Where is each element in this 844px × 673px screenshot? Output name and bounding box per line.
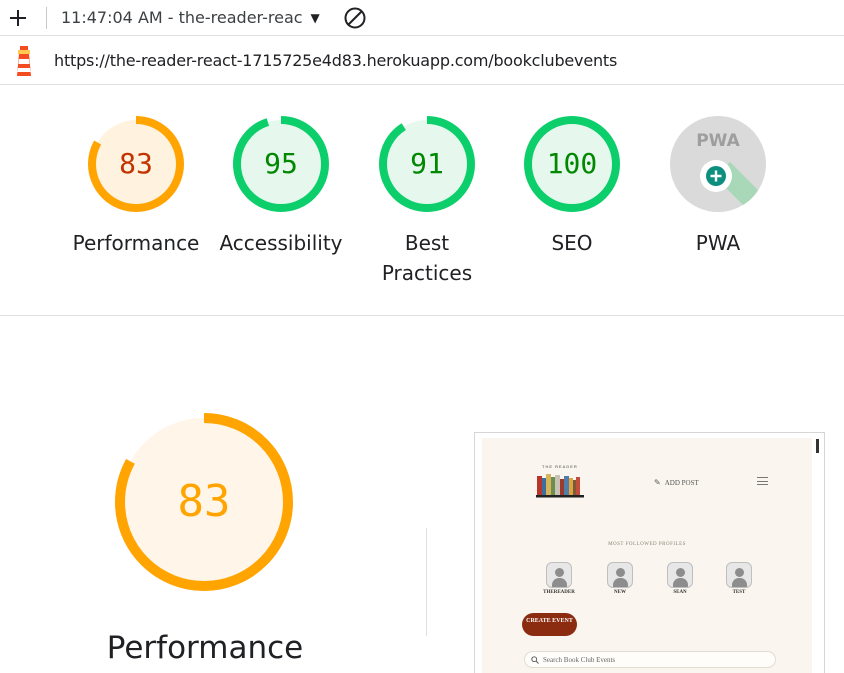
gauge-ring: 83 [88,116,184,212]
feather-icon: ✎ [654,478,661,487]
block-icon [344,7,366,28]
plus-icon [10,9,26,26]
gauge-label: Performance [72,231,200,255]
gauge-score: 91 [410,147,444,180]
url-bar: https://the-reader-react-1715725e4d83.he… [0,37,844,85]
caret-down-icon: ▼ [310,10,320,25]
avatar [607,562,633,588]
gauge-label-line2: Practices [381,261,473,285]
gauge-score: 83 [119,147,153,180]
screenshot-search-bar: Search Book Club Events [524,651,776,668]
score-gauges: 83 Performance 95 Accessibility 91 Best … [0,86,844,316]
avatar [726,562,752,588]
screenshot-followed-title: MOST FOLLOWED PROFILES [608,542,686,547]
profile-name: THEREADER [543,590,575,595]
gauge-pwa[interactable]: PWA PWA [648,114,788,258]
screenshot-profile: THEREADER [539,562,579,595]
gauge-accessibility[interactable]: 95 Accessibility [211,114,351,258]
clear-reports-button[interactable] [342,5,368,31]
gauge-label: Accessibility [219,231,343,255]
gauge-label-line1: Best [404,231,450,255]
gauge-score: 95 [264,147,298,180]
gauge-label: PWA [695,231,741,255]
gauge-ring: 95 [233,116,329,212]
screenshot-page: THE READER ✎ ADD POST MOST FOLLOWED PROF… [482,438,812,673]
section-divider [426,528,427,636]
report-toolbar: 11:47:04 AM - the-reader-reac ▼ [0,0,844,36]
bookshelf-logo-icon [536,474,584,498]
screenshot-profile: TEST [719,562,759,595]
report-selector[interactable]: 11:47:04 AM - the-reader-reac ▼ [61,8,320,27]
pwa-badge-icon: PWA [670,116,766,212]
gauge-performance[interactable]: 83 Performance [66,114,206,258]
search-icon [531,655,539,664]
performance-gauge-large: 83 [112,410,296,599]
gauge-label: SEO [551,231,593,255]
lighthouse-icon [10,43,38,79]
screenshot-profile: NEW [600,562,640,595]
add-post-label: ADD POST [664,478,699,487]
gauge-label: Best Practices [357,228,497,288]
gauge-seo[interactable]: 100 SEO [502,114,642,258]
profile-name: SEAN [673,590,687,595]
profile-name: TEST [732,590,746,595]
screenshot-profile: SEAN [660,562,700,595]
screenshot-scrollbar [816,439,819,453]
avatar [546,562,572,588]
menu-icon [757,477,768,485]
page-screenshot[interactable]: THE READER ✎ ADD POST MOST FOLLOWED PROF… [474,432,825,673]
gauge-ring: 91 [379,116,475,212]
report-title: 11:47:04 AM - the-reader-reac [61,8,303,27]
screenshot-add-post: ✎ ADD POST [654,478,699,487]
profile-name: NEW [614,590,626,595]
screenshot-create-event-button: CREATE EVENT [522,613,577,636]
report-url[interactable]: https://the-reader-react-1715725e4d83.he… [54,51,617,70]
performance-title: Performance [106,630,304,666]
avatar [667,562,693,588]
screenshot-search-placeholder: Search Book Club Events [543,655,616,664]
gauge-ring: 100 [524,116,620,212]
toolbar-divider [46,6,47,29]
gauge-best-practices[interactable]: 91 Best Practices [357,114,497,288]
large-gauge-ring: 83 [115,413,293,591]
gauge-score: 100 [547,147,598,180]
pwa-badge-text: PWA [696,131,740,151]
large-gauge-score: 83 [178,476,231,527]
new-report-button[interactable] [0,0,36,36]
